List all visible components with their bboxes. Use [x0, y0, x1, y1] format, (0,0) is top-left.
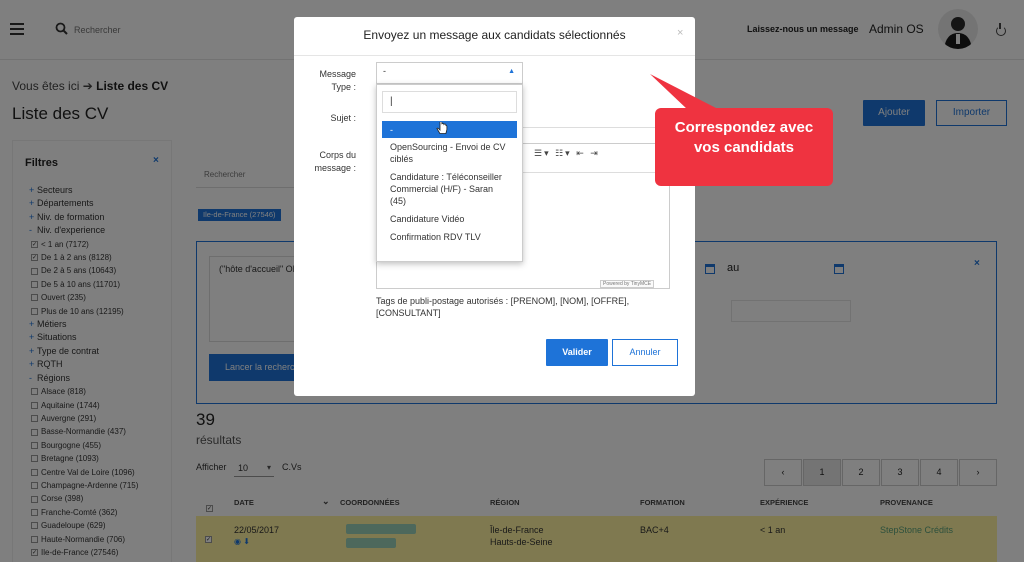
editor-toolbar: ☰▾ ☷▾ ⇤ ⇥ [534, 148, 600, 159]
hand-cursor-icon [436, 122, 448, 134]
indent-icon[interactable]: ⇥ [590, 148, 600, 158]
dropdown-options: - OpenSourcing - Envoi de CV ciblés Cand… [382, 121, 517, 246]
message-type-dropdown: | - OpenSourcing - Envoi de CV ciblés Ca… [376, 84, 523, 262]
subject-label: Sujet : [330, 113, 356, 123]
dropdown-option[interactable]: - [382, 121, 517, 138]
select-value: - [383, 66, 386, 76]
dropdown-search-input[interactable]: | [382, 91, 517, 113]
cancel-button[interactable]: Annuler [612, 339, 678, 366]
dropdown-option[interactable]: Candidature : Téléconseiller Commercial … [382, 168, 517, 210]
bullet-list-icon[interactable]: ☰▾ [534, 148, 551, 158]
close-icon[interactable]: × [677, 27, 683, 39]
callout-text: Correspondez avec vos candidats [674, 119, 814, 156]
label-line: Type : [331, 82, 356, 92]
caret-up-icon: ▲ [508, 68, 515, 75]
modal-title: Envoyez un message aux candidats sélecti… [363, 28, 626, 42]
dropdown-option[interactable]: Confirmation RDV TLV [382, 228, 517, 246]
powered-by-label[interactable]: Powered by TinyMCE [600, 280, 655, 288]
promo-callout: Correspondez avec vos candidats [655, 108, 833, 186]
validate-button[interactable]: Valider [546, 339, 608, 366]
numbered-list-icon[interactable]: ☷▾ [555, 148, 572, 158]
label-line: Corps du [319, 150, 356, 160]
outdent-icon[interactable]: ⇤ [576, 148, 586, 158]
label-line: message : [314, 163, 356, 173]
dropdown-option[interactable]: Candidature Vidéo [382, 210, 517, 228]
message-type-select[interactable]: - ▲ [376, 62, 523, 84]
merge-tags-hint: Tags de publi-postage autorisés : [PRENO… [376, 296, 630, 318]
dropdown-option[interactable]: OpenSourcing - Envoi de CV ciblés [382, 138, 517, 168]
label-line: Message [319, 69, 356, 79]
body-label: Corps du message : [312, 149, 356, 175]
subject-input[interactable] [519, 108, 669, 128]
divider [294, 55, 695, 56]
message-type-label: Message Type : [312, 68, 356, 94]
